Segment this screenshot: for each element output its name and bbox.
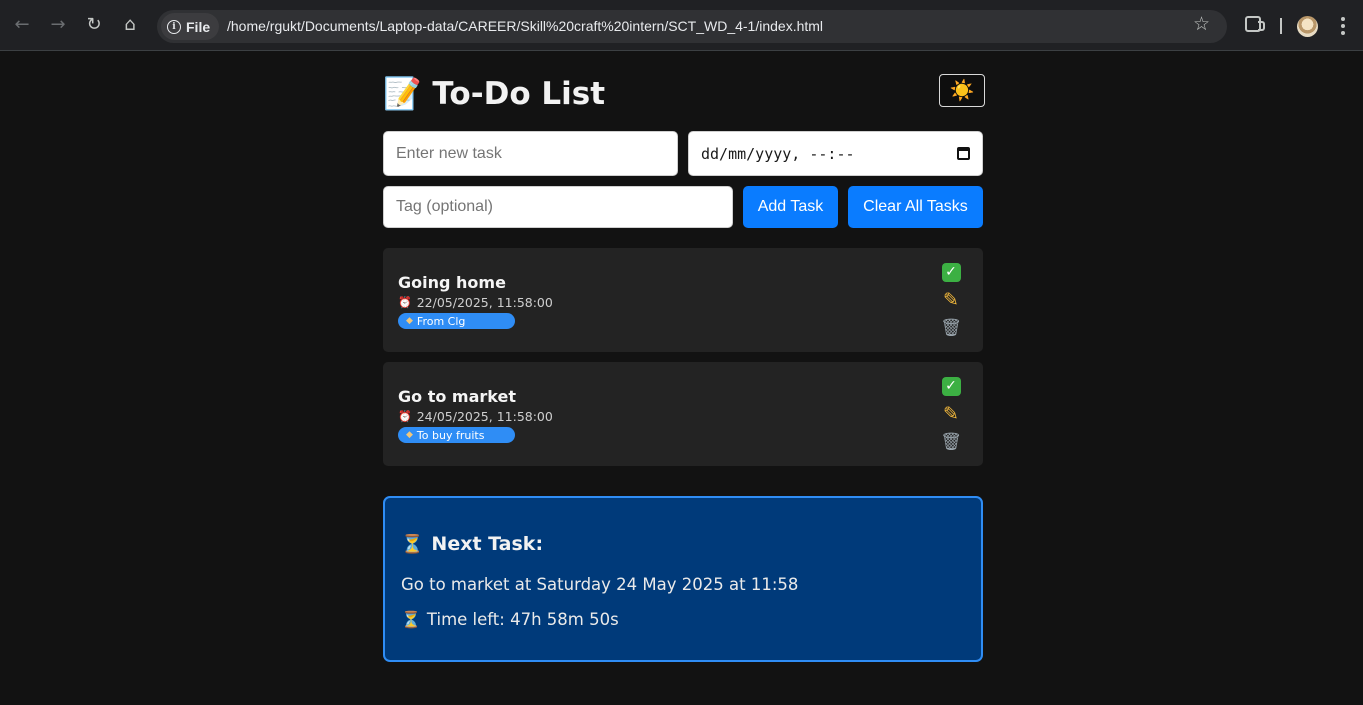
edit-task-button[interactable]: ✎ (940, 289, 962, 311)
next-task-description: Go to market at Saturday 24 May 2025 at … (401, 575, 799, 594)
check-mark-icon: ✓ (941, 376, 961, 396)
task-due-text: 24/05/2025, 11:58:00 (416, 409, 553, 424)
task-item: Going home ⏰ 22/05/2025, 11:58:00 ◆ From… (383, 248, 983, 352)
edit-task-button[interactable]: ✎ (940, 403, 962, 425)
hourglass-icon: ⏳ (401, 610, 421, 629)
task-tag-text: To buy fruits (416, 428, 485, 442)
task-actions: ✓ ✎ 🗑 (940, 261, 962, 345)
delete-task-button[interactable]: 🗑 (940, 431, 962, 453)
browser-toolbar: ← → ↻ ⌂ i File /home/rgukt/Documents/Lap… (0, 0, 1363, 51)
bookmark-star-icon[interactable]: ☆ (1193, 15, 1210, 34)
complete-task-button[interactable]: ✓ (940, 261, 962, 283)
time-left: ⏳ Time left: 47h 58m 50s (401, 610, 619, 629)
time-left-text: Time left: 47h 58m 50s (426, 610, 619, 629)
memo-icon: 📝 (383, 76, 422, 112)
due-datetime-input[interactable]: dd/mm/yyyy, --:-- (688, 131, 983, 176)
extensions-icon[interactable] (1245, 16, 1265, 32)
calendar-icon[interactable] (957, 147, 970, 160)
task-item: Go to market ⏰ 24/05/2025, 11:58:00 ◆ To… (383, 362, 983, 466)
alarm-clock-icon: ⏰ (398, 296, 412, 309)
home-icon[interactable]: ⌂ (118, 13, 142, 37)
back-icon[interactable]: ← (10, 13, 34, 37)
page-title: 📝 To-Do List (383, 75, 605, 112)
task-due: ⏰ 24/05/2025, 11:58:00 (398, 409, 553, 424)
site-info-chip[interactable]: i File (161, 13, 220, 40)
clear-all-tasks-button[interactable]: Clear All Tasks (848, 186, 983, 228)
toolbar-divider (1280, 18, 1282, 34)
task-tag-text: From Clg (416, 314, 466, 328)
tag-input[interactable] (383, 186, 733, 228)
pencil-icon: ✎ (943, 402, 959, 425)
task-title: Go to market (398, 387, 516, 406)
kebab-menu-icon[interactable] (1338, 14, 1348, 38)
profile-avatar[interactable] (1297, 16, 1318, 37)
task-title: Going home (398, 273, 506, 292)
check-mark-icon: ✓ (941, 262, 961, 282)
tag-icon: ◆ (406, 316, 413, 326)
task-tag-badge: ◆ From Clg (398, 313, 515, 329)
task-input[interactable] (383, 131, 678, 176)
task-due: ⏰ 22/05/2025, 11:58:00 (398, 295, 553, 310)
task-tag-badge: ◆ To buy fruits (398, 427, 515, 443)
site-info-label: File (186, 18, 211, 35)
complete-task-button[interactable]: ✓ (940, 375, 962, 397)
datetime-placeholder: dd/mm/yyyy, --:-- (701, 144, 855, 163)
next-task-panel: ⏳ Next Task: Go to market at Saturday 24… (383, 496, 983, 662)
pencil-icon: ✎ (943, 288, 959, 311)
info-icon: i (167, 19, 181, 34)
forward-icon[interactable]: → (46, 13, 70, 37)
address-bar[interactable]: i File /home/rgukt/Documents/Laptop-data… (157, 10, 1227, 43)
delete-task-button[interactable]: 🗑 (940, 317, 962, 339)
tag-icon: ◆ (406, 430, 413, 440)
alarm-clock-icon: ⏰ (398, 410, 412, 423)
task-actions: ✓ ✎ 🗑 (940, 375, 962, 459)
next-task-heading-text: Next Task: (431, 533, 544, 555)
reload-icon[interactable]: ↻ (82, 13, 106, 37)
trash-icon: 🗑 (940, 317, 962, 338)
trash-icon: 🗑 (940, 431, 962, 452)
sun-icon: ☀️ (949, 80, 975, 102)
add-task-button[interactable]: Add Task (743, 186, 838, 228)
url-text[interactable]: /home/rgukt/Documents/Laptop-data/CAREER… (227, 18, 823, 34)
hourglass-icon: ⏳ (401, 533, 424, 555)
next-task-heading: ⏳ Next Task: (401, 533, 543, 555)
page-title-text: To-Do List (432, 76, 606, 112)
task-due-text: 22/05/2025, 11:58:00 (416, 295, 553, 310)
theme-toggle-button[interactable]: ☀️ (939, 74, 985, 107)
